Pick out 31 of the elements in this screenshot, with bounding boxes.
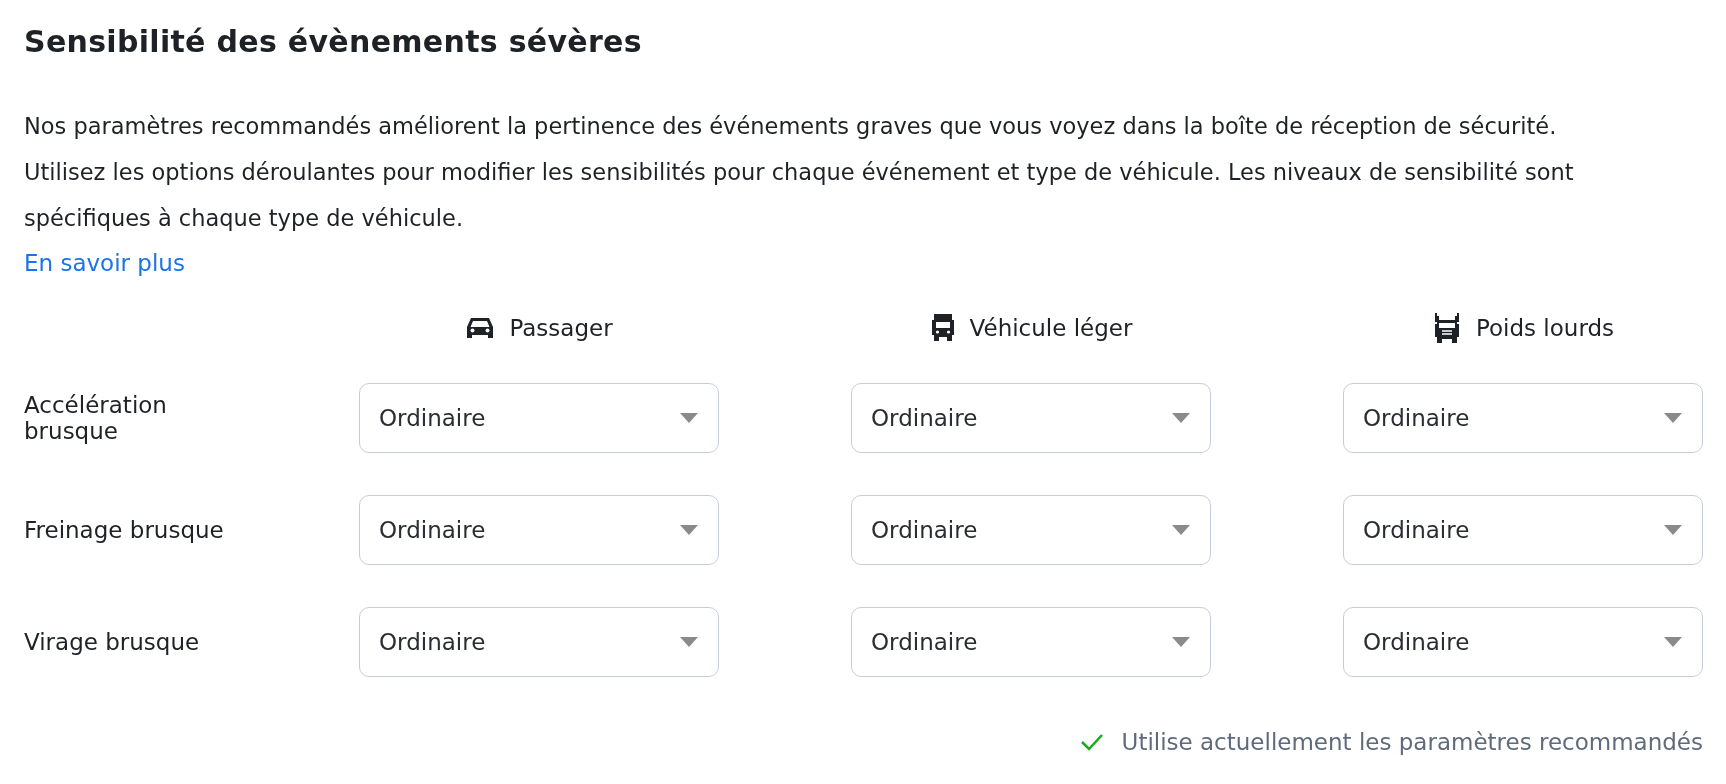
caret-icon (680, 637, 698, 647)
column-header: Passager (509, 315, 613, 341)
select-dropdown[interactable]: Ordinaire (851, 495, 1211, 565)
van-icon (929, 313, 956, 343)
select-dropdown[interactable]: Ordinaire (359, 607, 719, 677)
column-header: Poids lourds (1475, 315, 1615, 341)
caret-icon (1664, 413, 1682, 423)
section-title: Sensibilité des évènements sévères (24, 24, 643, 59)
caret-icon (1172, 413, 1190, 423)
description-text: Nos paramètres recommandés améliorent la pertinence des événements graves que vous voyez dans la boîte de réception de sécurité. Utilisez les options déroulantes pour modifier les sensibilités pour chaque événement et type de véhicule. Les niveaux de sensibilité sont spécifiques à chaque type de véhicule. (24, 112, 1575, 233)
caret-icon (680, 413, 698, 423)
caret-icon (680, 525, 698, 535)
select-dropdown[interactable]: Ordinaire (1343, 383, 1703, 453)
select-dropdown[interactable]: Ordinaire (851, 383, 1211, 453)
caret-icon (1172, 525, 1190, 535)
row-label: Virage brusque (24, 629, 201, 655)
caret-icon (1664, 525, 1682, 535)
select-dropdown[interactable]: Ordinaire (1343, 495, 1703, 565)
caret-icon (1664, 637, 1682, 647)
column-header: Véhicule léger (969, 315, 1133, 341)
status-text: Utilise actuellement les paramètres recommandés (1121, 729, 1703, 755)
car-icon (465, 315, 496, 341)
select-dropdown[interactable]: Ordinaire (359, 383, 719, 453)
row-label: Freinage brusque (24, 517, 225, 543)
caret-icon (1172, 637, 1190, 647)
select-dropdown[interactable]: Ordinaire (1343, 607, 1703, 677)
select-dropdown[interactable]: Ordinaire (851, 607, 1211, 677)
select-dropdown[interactable]: Ordinaire (359, 495, 719, 565)
learn-more-link[interactable]: En savoir plus (24, 241, 185, 285)
row-label: Accélération brusque (24, 392, 168, 444)
check-icon (1079, 733, 1104, 751)
